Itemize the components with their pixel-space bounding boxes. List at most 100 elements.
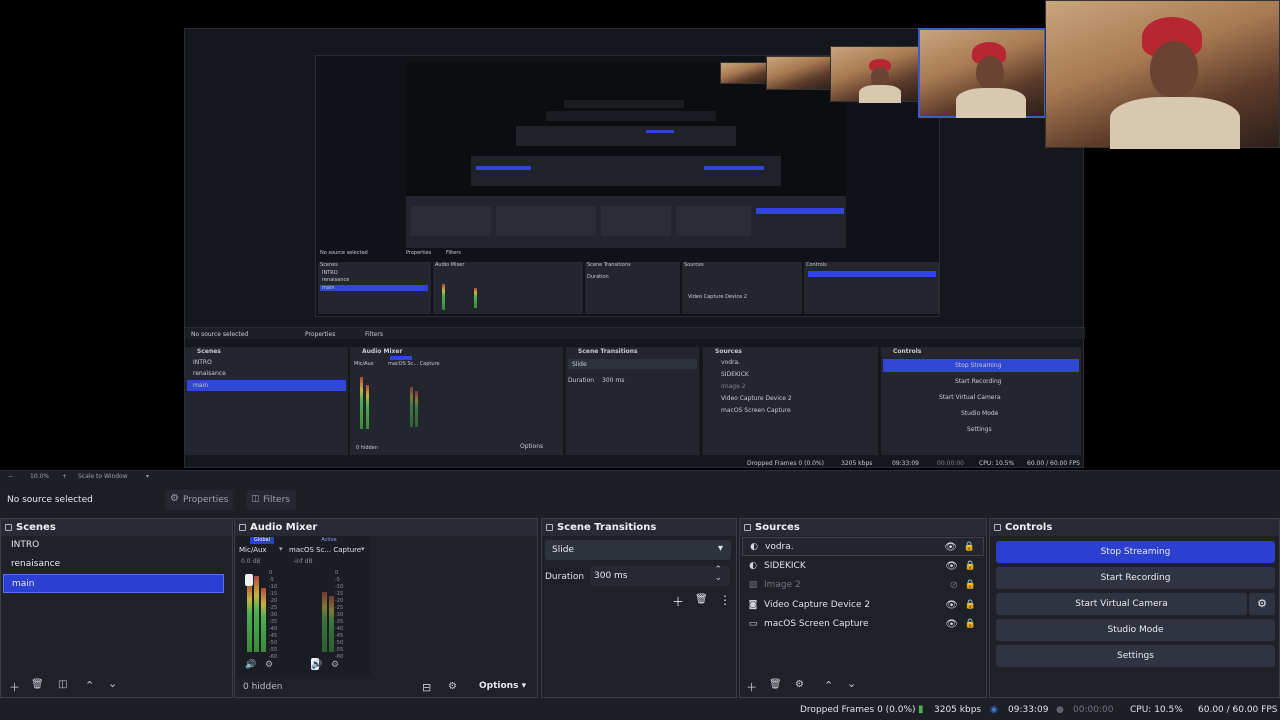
virtual-camera-settings-icon[interactable]: ⚙	[1249, 593, 1275, 615]
scale-mode[interactable]: Scale to Window	[78, 473, 128, 480]
db-scale-tick: -20	[269, 598, 278, 604]
move-scene-down-icon[interactable]: ⌄	[108, 677, 117, 690]
source-toolbar: No source selected ⚙ Properties ◫ Filter…	[0, 488, 1280, 514]
filters-button[interactable]: ◫ Filters	[246, 490, 296, 510]
db-scale-tick: -30	[269, 612, 278, 618]
zoom-plus-button[interactable]: +	[62, 473, 67, 480]
zoom-minus-button[interactable]: −	[8, 473, 13, 480]
transitions-dock-icon	[546, 524, 553, 531]
eye-icon[interactable]: 👁	[944, 538, 957, 557]
add-transition-button[interactable]: ＋	[672, 593, 684, 610]
add-source-button[interactable]: ＋	[746, 679, 757, 695]
move-source-down-icon[interactable]: ⌄	[847, 677, 856, 690]
audio-mixer-dock: Audio Mixer Global Active Mic/Aux ▾ macO…	[234, 518, 538, 698]
mixer-options-button[interactable]: Options ▾	[479, 681, 526, 691]
scale-dropdown-icon[interactable]: ▾	[146, 473, 149, 480]
studio-mode-button[interactable]: Studio Mode	[996, 619, 1275, 641]
mixer-channel-mic-name: Mic/Aux	[239, 546, 267, 554]
mic-settings-icon[interactable]: ⚙	[265, 660, 273, 670]
db-scale-tick: -55	[335, 647, 344, 653]
move-scene-up-icon[interactable]: ⌃	[85, 679, 94, 692]
properties-button[interactable]: ⚙ Properties	[165, 490, 233, 510]
source-item[interactable]: ◙ Video Capture Device 2 👁 🔒	[742, 596, 984, 615]
program-preview[interactable]: No source selected Properties Filters Sc…	[0, 0, 1280, 470]
source-item-label: macOS Screen Capture	[764, 619, 869, 629]
scene-item-intro[interactable]: INTRO	[3, 536, 224, 555]
mixer-channel-mic-dropdown-icon[interactable]: ▾	[279, 545, 283, 553]
scene-item-main[interactable]: main	[3, 574, 224, 593]
source-item[interactable]: ▭ macOS Screen Capture 👁 🔒	[742, 615, 984, 634]
remove-source-icon[interactable]: 🗑	[769, 679, 782, 690]
db-scale-tick: -5	[269, 577, 274, 583]
lock-icon[interactable]: 🔒	[964, 538, 975, 557]
settings-button[interactable]: Settings	[996, 645, 1275, 667]
eye-icon[interactable]: 👁	[945, 615, 958, 634]
db-scale-tick: -55	[269, 647, 278, 653]
macos-settings-icon[interactable]: ⚙	[331, 660, 339, 670]
remove-scene-icon[interactable]: 🗑	[31, 679, 44, 690]
sources-title-bar[interactable]: Sources	[740, 519, 986, 536]
eye-icon[interactable]: 👁	[945, 596, 958, 615]
macos-level-meter-right	[329, 596, 334, 652]
mixer-channel-macos-dropdown-icon[interactable]: ▾	[361, 545, 365, 553]
start-virtual-camera-button[interactable]: Start Virtual Camera	[996, 593, 1247, 615]
bitrate: 3205 kbps	[934, 705, 982, 715]
nested-l1-scenes-title: Scenes	[197, 348, 221, 355]
eye-icon[interactable]: 👁	[945, 557, 958, 576]
eye-slash-icon[interactable]: ⊘	[950, 576, 958, 595]
nested-l1-control-2: Start Virtual Camera	[939, 394, 1001, 401]
macos-level-meter-left	[322, 592, 327, 652]
lock-icon[interactable]: 🔒	[965, 557, 976, 576]
transition-more-icon[interactable]: ⋮	[719, 593, 731, 607]
mic-level-meter-right	[254, 576, 259, 652]
scene-filters-icon[interactable]: ◫	[58, 679, 67, 690]
scene-item-renaisance[interactable]: renaisance	[3, 555, 224, 574]
stop-streaming-button[interactable]: Stop Streaming	[996, 541, 1275, 563]
webcam-feed-medium	[918, 28, 1046, 118]
webcam-feed-small	[830, 46, 920, 103]
scene-transitions-title-bar[interactable]: Scene Transitions	[542, 519, 736, 536]
source-item[interactable]: ◐ SIDEKICK 👁 🔒	[742, 557, 984, 576]
mixer-layout-icon[interactable]: ⊟	[422, 681, 431, 694]
duration-down-icon[interactable]: ⌄	[714, 573, 722, 583]
nested-l1-controls-title: Controls	[893, 348, 922, 355]
mic-speaker-icon[interactable]: 🔊	[245, 660, 256, 670]
nested-l1-mixer-ch1: Mic/Aux	[354, 361, 374, 367]
source-item[interactable]: ◐ vodra. 👁 🔒	[742, 537, 984, 556]
controls-title-bar[interactable]: Controls	[990, 519, 1279, 536]
nested-l1-properties: Properties	[305, 331, 336, 338]
nested-l1-dropped: Dropped Frames 0 (0.0%)	[747, 460, 825, 467]
nested-l1-fps: 60.00 / 60.00 FPS	[1027, 460, 1080, 467]
nested-l1-sources-title: Sources	[715, 348, 742, 355]
start-recording-button[interactable]: Start Recording	[996, 567, 1275, 589]
add-scene-button[interactable]: ＋	[9, 679, 20, 695]
properties-label: Properties	[183, 495, 229, 505]
remove-transition-icon[interactable]: 🗑	[695, 594, 708, 605]
scenes-title-bar[interactable]: Scenes	[1, 519, 232, 536]
mixer-advanced-icon[interactable]: ⚙	[448, 681, 457, 692]
duration-input[interactable]: 300 ms ⌃ ⌄	[590, 565, 730, 586]
nested-sources-title: Sources	[684, 262, 704, 268]
mic-db-scale: 0 -5 -10 -15 -20 -25 -30 -35 -40 -45 -50 -55 -60	[269, 570, 281, 660]
macos-speaker-icon[interactable]: 🔊	[311, 660, 322, 670]
transition-select[interactable]: Slide ▾	[545, 540, 731, 560]
move-source-up-icon[interactable]: ⌃	[824, 679, 833, 692]
lock-icon[interactable]: 🔒	[965, 596, 976, 615]
source-item[interactable]: ▨ Image 2 ⊘ 🔒	[742, 576, 984, 595]
zoom-level[interactable]: 10.0%	[30, 473, 49, 480]
sources-dock: Sources ◐ vodra. 👁 🔒 ◐ SIDEKICK 👁 🔒 ▨ Im…	[739, 518, 987, 698]
mic-volume-slider[interactable]	[245, 574, 253, 586]
source-item-label: vodra.	[765, 542, 794, 552]
lock-icon[interactable]: 🔒	[965, 615, 976, 634]
lock-icon[interactable]: 🔒	[965, 576, 976, 595]
db-scale-tick: -40	[269, 626, 278, 632]
nested-l1-duration-label: Duration	[568, 377, 595, 384]
nested-properties-text: Properties	[406, 250, 432, 256]
filter-icon: ◫	[251, 494, 260, 504]
mixer-global-badge: Global	[250, 537, 274, 544]
nested-l1-hidden: 0 hidden	[356, 445, 378, 451]
audio-mixer-title-bar[interactable]: Audio Mixer	[235, 519, 537, 536]
nested-l1-control-1: Start Recording	[955, 378, 1002, 385]
source-properties-icon[interactable]: ⚙	[795, 679, 804, 690]
record-time: 00:00:00	[1073, 705, 1114, 715]
